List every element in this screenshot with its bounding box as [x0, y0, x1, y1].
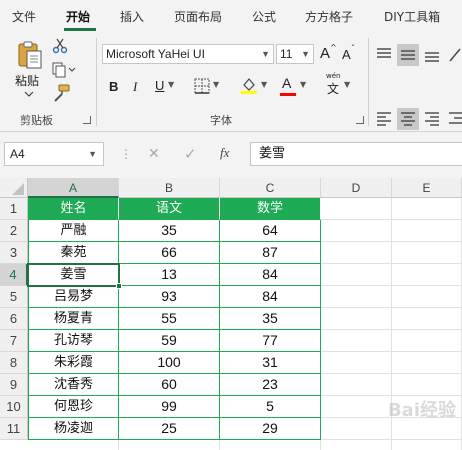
align-bottom-icon[interactable] — [424, 47, 440, 63]
align-top-icon[interactable] — [376, 47, 392, 63]
phonetic-guide-label: wén — [326, 72, 341, 80]
tab-file[interactable]: 文件 — [12, 8, 36, 25]
decrease-font-size-button[interactable]: A — [342, 47, 351, 62]
tab-insert[interactable]: 插入 — [120, 8, 144, 25]
chevron-down-icon[interactable]: ▼ — [261, 80, 267, 89]
chevron-down-icon: ▼ — [261, 49, 270, 59]
table-cell[interactable]: 29 — [220, 418, 321, 440]
align-right-icon[interactable] — [424, 110, 440, 126]
chevron-down-icon[interactable]: ▼ — [300, 80, 306, 89]
font-color-button[interactable]: A — [282, 75, 291, 91]
chevron-down-icon[interactable]: ▼ — [213, 80, 219, 89]
menu-bar: 文件 开始 插入 页面布局 公式 方方格子 DIY工具箱 — [0, 0, 462, 32]
table-cell[interactable]: 严融 — [28, 220, 119, 242]
tab-formulas[interactable]: 公式 — [252, 8, 276, 25]
insert-function-button[interactable]: fx — [220, 145, 229, 161]
font-name-value: Microsoft YaHei UI — [106, 47, 205, 61]
chevron-down-icon[interactable]: ▼ — [168, 80, 174, 89]
table-cell[interactable]: 84 — [220, 286, 321, 308]
underline-button[interactable]: U — [155, 78, 164, 93]
table-cell[interactable]: 13 — [119, 264, 220, 286]
cut-icon[interactable] — [52, 38, 68, 54]
phonetic-guide-button[interactable]: 文 — [327, 80, 339, 97]
table-cell[interactable]: 64 — [220, 220, 321, 242]
caret-up-icon: ^ — [330, 43, 337, 52]
italic-button[interactable]: I — [133, 79, 137, 95]
font-dialog-launcher-icon[interactable] — [356, 116, 364, 124]
table-cell[interactable]: 25 — [119, 418, 220, 440]
table-header-cell[interactable]: 数学 — [220, 198, 321, 220]
formula-input[interactable]: 姜雪 — [250, 142, 462, 166]
paste-label[interactable]: 粘贴 — [15, 72, 39, 89]
table-cell[interactable]: 100 — [119, 352, 220, 374]
ribbon: 粘贴 剪贴板 Microsoft YaHei UI ▼ 11 ▼ A ^ A ˇ… — [0, 32, 462, 132]
align-middle-icon[interactable] — [400, 47, 416, 63]
table-cell[interactable]: 35 — [220, 308, 321, 330]
copy-icon[interactable] — [52, 62, 76, 78]
table-cell[interactable]: 5 — [220, 396, 321, 418]
table-cell[interactable]: 秦苑 — [28, 242, 119, 264]
table-header-cell[interactable]: 语文 — [119, 198, 220, 220]
table-cell[interactable]: 吕易梦 — [28, 286, 119, 308]
format-painter-icon[interactable] — [52, 84, 70, 102]
font-size-select[interactable]: 11 ▼ — [276, 44, 314, 64]
align-left-icon[interactable] — [376, 110, 392, 126]
table-cell[interactable]: 77 — [220, 330, 321, 352]
caret-down-icon: ˇ — [351, 44, 355, 53]
formula-value: 姜雪 — [259, 146, 286, 161]
chevron-down-icon[interactable]: ▼ — [88, 143, 97, 165]
table-cell[interactable]: 23 — [220, 374, 321, 396]
chevron-down-icon[interactable]: ▼ — [344, 80, 350, 89]
name-box-value: A4 — [10, 147, 25, 161]
table-cell[interactable]: 84 — [220, 264, 321, 286]
borders-icon[interactable] — [194, 78, 210, 94]
table-cell[interactable]: 杨夏青 — [28, 308, 119, 330]
clipboard-group-label: 剪贴板 — [20, 114, 53, 127]
group-divider — [368, 38, 369, 126]
chevron-down-icon[interactable] — [24, 90, 34, 98]
chevron-down-icon: ▼ — [301, 49, 310, 59]
table-cell[interactable]: 93 — [119, 286, 220, 308]
formula-bar: A4 ▼ ⋮ ✕ ✓ fx 姜雪 — [0, 132, 462, 178]
fill-color-icon[interactable] — [240, 76, 258, 94]
group-divider — [96, 38, 97, 126]
tab-fangfang-gezi[interactable]: 方方格子 — [305, 8, 353, 25]
orientation-icon[interactable] — [448, 47, 462, 63]
font-name-select[interactable]: Microsoft YaHei UI ▼ — [102, 44, 274, 64]
table-cell[interactable]: 99 — [119, 396, 220, 418]
table-cell[interactable]: 66 — [119, 242, 220, 264]
align-center-icon[interactable] — [400, 110, 416, 126]
table-header-cell[interactable]: 姓名 — [28, 198, 119, 220]
cancel-button[interactable]: ✕ — [148, 146, 160, 162]
tab-home[interactable]: 开始 — [66, 8, 90, 25]
bold-button[interactable]: B — [109, 79, 118, 94]
active-tab-indicator — [64, 28, 96, 31]
table-cell[interactable]: 87 — [220, 242, 321, 264]
tab-page-layout[interactable]: 页面布局 — [174, 8, 222, 25]
table-cell[interactable]: 何恩珍 — [28, 396, 119, 418]
drag-handle-icon[interactable]: ⋮ — [120, 147, 132, 161]
name-box[interactable]: A4 ▼ — [4, 142, 104, 166]
table-cell[interactable]: 沈香秀 — [28, 374, 119, 396]
font-group-label: 字体 — [210, 114, 232, 127]
font-size-value: 11 — [280, 47, 293, 61]
font-color-swatch — [280, 93, 296, 96]
table-cell[interactable]: 朱彩霞 — [28, 352, 119, 374]
table-cell[interactable]: 59 — [119, 330, 220, 352]
enter-button[interactable]: ✓ — [184, 145, 197, 163]
increase-font-size-button[interactable]: A — [320, 45, 330, 62]
indent-icon[interactable] — [448, 110, 462, 126]
table-cell[interactable]: 31 — [220, 352, 321, 374]
paste-icon[interactable] — [16, 40, 44, 70]
table-cell[interactable]: 孔访琴 — [28, 330, 119, 352]
table-cell[interactable]: 55 — [119, 308, 220, 330]
table-cell[interactable]: 60 — [119, 374, 220, 396]
table-cell[interactable]: 杨凌迦 — [28, 418, 119, 440]
table-cell[interactable]: 姜雪 — [28, 264, 119, 286]
watermark: Bai经验 — [387, 400, 456, 421]
table-cell[interactable]: 35 — [119, 220, 220, 242]
fill-handle[interactable] — [116, 283, 122, 289]
tab-diy-toolbox[interactable]: DIY工具箱 — [384, 8, 440, 25]
clipboard-dialog-launcher-icon[interactable] — [83, 116, 91, 124]
